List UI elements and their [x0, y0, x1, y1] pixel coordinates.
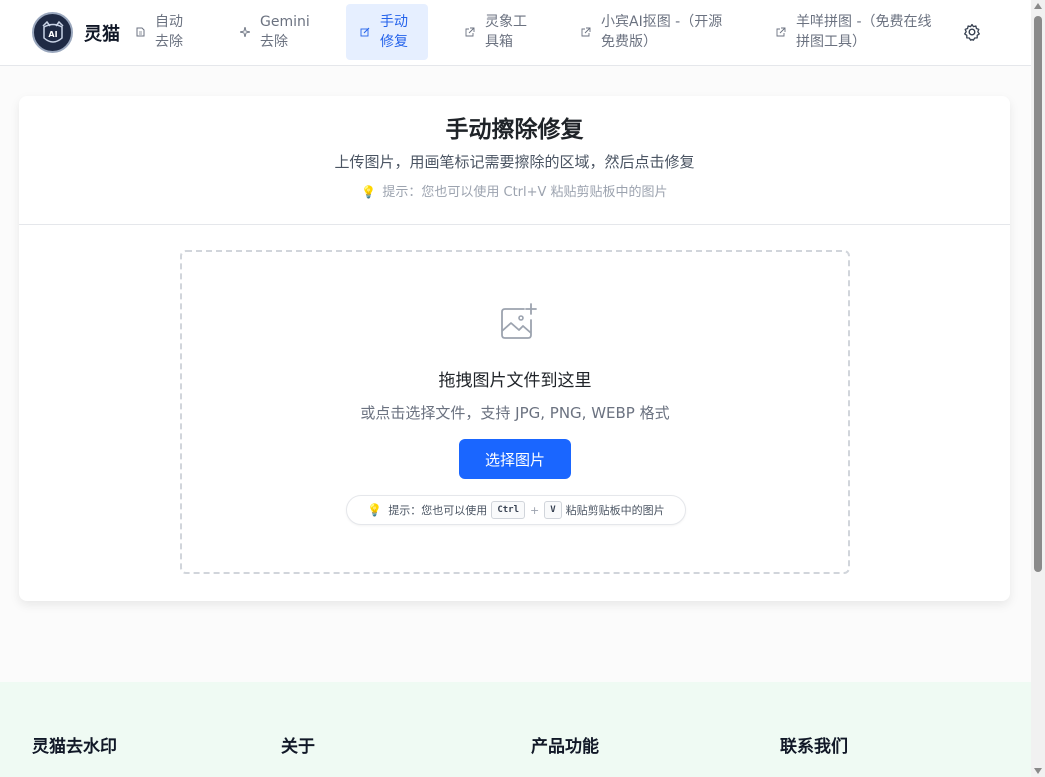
- external-link-icon: [463, 27, 477, 37]
- hint-suffix: 粘贴剪贴板中的图片: [565, 504, 665, 517]
- page-subtitle: 上传图片，用画笔标记需要擦除的区域，然后点击修复: [334, 153, 695, 171]
- scrollbar-thumb[interactable]: [1034, 16, 1042, 572]
- scroll-down-arrow-icon[interactable]: [1034, 768, 1042, 774]
- settings-gear-icon[interactable]: [962, 22, 982, 42]
- logo-text: AI: [48, 30, 57, 39]
- lightbulb-icon: 💡: [367, 503, 383, 517]
- dropzone-subtitle: 或点击选择文件，支持 JPG, PNG, WEBP 格式: [360, 404, 670, 422]
- footer-heading-about: 关于: [281, 737, 315, 757]
- nav-label: 拼图工具）: [796, 34, 866, 50]
- lightbulb-icon: 💡: [361, 185, 377, 199]
- manual-repair-card: 手动擦除修复 上传图片，用画笔标记需要擦除的区域，然后点击修复 💡 提示：您也可以…: [19, 96, 1010, 601]
- dropzone-title: 拖拽图片文件到这里: [438, 371, 592, 391]
- nav-lingxiang-toolbox[interactable]: 灵象工 具箱: [463, 4, 553, 60]
- plus-sign: +: [530, 503, 540, 517]
- nav-label: 去除: [155, 34, 183, 50]
- divider: [19, 224, 1010, 225]
- scroll-up-arrow-icon[interactable]: [1034, 3, 1042, 9]
- cat-logo-icon: AI: [41, 20, 64, 43]
- nav-label: 羊咩拼图 -（免费在线: [796, 14, 932, 30]
- nav-gemini-remove[interactable]: Gemini 去除: [238, 4, 328, 60]
- nav-yangmie-collage[interactable]: 羊咩拼图 -（免费在线 拼图工具）: [774, 4, 949, 60]
- vertical-scrollbar[interactable]: [1031, 0, 1045, 777]
- nav-xiaobin-matting[interactable]: 小宾AI抠图 -（开源 免费版）: [579, 4, 754, 60]
- nav-manual-repair[interactable]: 手动 修复: [346, 4, 428, 60]
- nav-label: 免费版）: [601, 34, 657, 50]
- nav-label: 具箱: [485, 34, 513, 50]
- brand-name[interactable]: 灵猫: [84, 20, 120, 46]
- footer-heading-brand: 灵猫去水印: [32, 737, 117, 757]
- ctrl-key: Ctrl: [491, 501, 525, 519]
- select-image-button[interactable]: 选择图片: [459, 439, 571, 479]
- sparkle-icon: [238, 27, 252, 37]
- hint-prefix: 提示：您也可以使用: [388, 504, 488, 517]
- nav-auto-remove[interactable]: 自动 去除: [133, 4, 213, 60]
- external-link-icon: [579, 27, 593, 37]
- nav-label: 修复: [380, 34, 408, 50]
- nav-label: 手动: [380, 14, 408, 30]
- nav-label: 自动: [155, 14, 183, 30]
- footer-heading-features: 产品功能: [531, 737, 599, 757]
- page-title: 手动擦除修复: [445, 117, 584, 143]
- nav-label: 小宾AI抠图 -（开源: [601, 14, 723, 30]
- nav-label: 去除: [260, 34, 288, 50]
- logo[interactable]: AI: [32, 12, 73, 53]
- external-link-icon: [774, 27, 788, 37]
- footer-heading-contact: 联系我们: [780, 737, 848, 757]
- paste-tip: 💡 提示：您也可以使用 Ctrl+V 粘贴剪贴板中的图片: [19, 181, 1010, 200]
- nav-label: 灵象工: [485, 14, 527, 30]
- nav-label: Gemini: [260, 14, 310, 30]
- document-icon: [133, 27, 147, 37]
- edit-icon: [358, 27, 372, 37]
- paste-tip-text: 提示：您也可以使用 Ctrl+V 粘贴剪贴板中的图片: [382, 185, 668, 200]
- paste-hint-pill: 💡 提示：您也可以使用 Ctrl + V 粘贴剪贴板中的图片: [346, 495, 686, 525]
- upload-dropzone[interactable]: 拖拽图片文件到这里 或点击选择文件，支持 JPG, PNG, WEBP 格式 选…: [180, 250, 850, 574]
- image-add-icon: [498, 302, 538, 342]
- footer: 灵猫去水印 关于 产品功能 联系我们: [0, 682, 1031, 777]
- top-navbar: AI 灵猫 自动 去除 Gemini 去除 手动 修复 灵象工 具箱 小宾AI抠…: [0, 0, 1031, 66]
- v-key: V: [544, 501, 562, 519]
